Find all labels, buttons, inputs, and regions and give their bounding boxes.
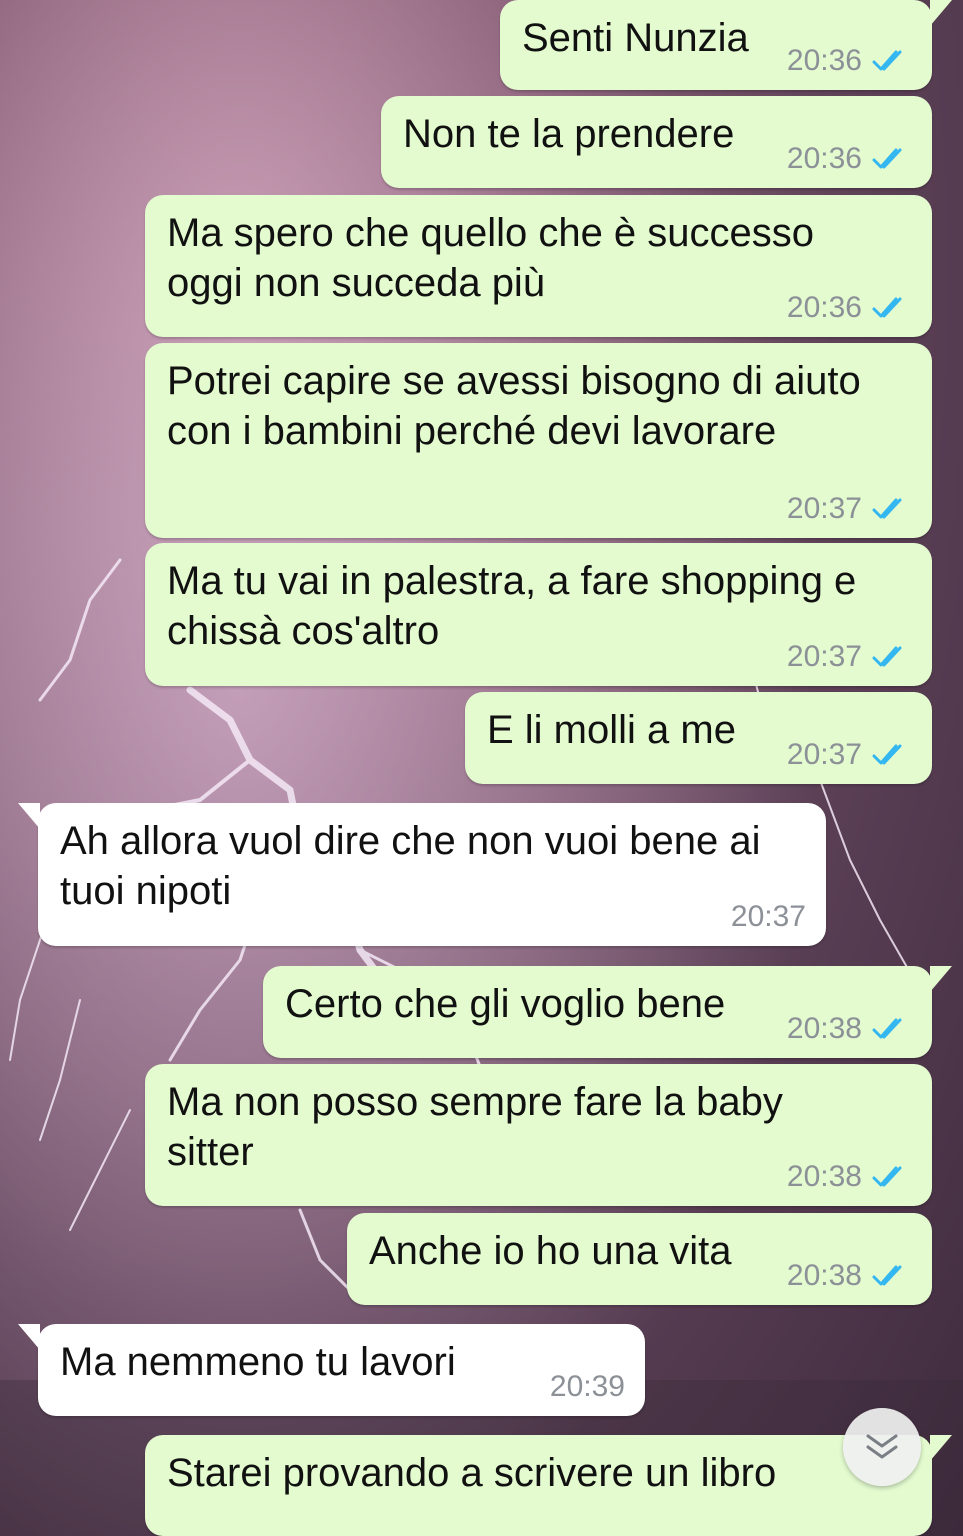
scroll-to-bottom-button[interactable] [843,1408,921,1486]
message-text: Ma tu vai in palestra, a fare shopping e… [167,559,857,653]
bubble-tail [930,966,952,992]
message-time: 20:36 [786,44,862,77]
outgoing-message-bubble[interactable]: Ma spero che quello che è successo oggi … [145,195,932,337]
message-meta: 20:37 [731,900,806,934]
message-time: 20:36 [786,142,862,175]
message-meta: 20:37 [787,492,912,526]
message-text: Ma spero che quello che è successo oggi … [167,211,815,305]
double-chevron-down-icon [866,1434,898,1459]
read-receipt-icon [872,744,902,765]
message-text: E li molli a me [487,708,736,752]
message-text: Potrei capire se avessi bisogno di aiuto… [167,359,861,453]
outgoing-message-bubble[interactable]: Non te la prendere 20:36 [381,96,932,188]
message-time: 20:37 [786,640,862,673]
message-text: Ah allora vuol dire che non vuoi bene ai… [60,819,761,913]
message-meta: 20:36 [787,291,912,325]
message-text: Non te la prendere [403,112,735,156]
message-time: 20:36 [786,291,862,324]
message-text: Certo che gli voglio bene [285,982,726,1026]
outgoing-message-bubble[interactable]: Anche io ho una vita 20:38 [347,1213,932,1305]
read-receipt-icon [872,1018,902,1039]
read-receipt-icon [872,50,902,71]
read-receipt-icon [872,297,902,318]
message-text: Anche io ho una vita [369,1229,732,1273]
message-time: 20:37 [786,738,862,771]
message-time: 20:37 [730,900,806,933]
incoming-message-bubble[interactable]: Ah allora vuol dire che non vuoi bene ai… [18,803,826,946]
message-time: 20:38 [786,1012,862,1045]
bubble-tail [18,1324,40,1350]
message-text: Starei provando a scrivere un libro [167,1451,777,1495]
bubble-tail [18,803,40,829]
message-meta: 20:38 [787,1012,912,1046]
message-meta: 20:36 [787,142,912,176]
message-time: 20:38 [786,1259,862,1292]
message-time: 20:38 [786,1160,862,1193]
message-meta: 20:39 [550,1370,625,1404]
message-meta: 20:37 [787,640,912,674]
outgoing-message-bubble[interactable]: Ma non posso sempre fare la baby sitter 2… [145,1064,932,1206]
read-receipt-icon [872,1265,902,1286]
outgoing-message-bubble[interactable]: Starei provando a scrivere un libro [145,1435,952,1536]
read-receipt-icon [872,646,902,667]
message-text: Senti Nunzia [522,16,749,60]
message-text: Ma non posso sempre fare la baby sitter [167,1080,783,1174]
message-time: 20:37 [786,492,862,525]
outgoing-message-bubble[interactable]: Potrei capire se avessi bisogno di aiuto… [145,343,932,538]
read-receipt-icon [872,1166,902,1187]
message-meta: 20:38 [787,1160,912,1194]
outgoing-message-bubble[interactable]: Ma tu vai in palestra, a fare shopping e… [145,543,932,686]
message-meta: 20:37 [787,738,912,772]
message-text: Ma nemmeno tu lavori [60,1340,456,1384]
outgoing-message-bubble[interactable]: Senti Nunzia 20:36 [500,0,952,90]
incoming-message-bubble[interactable]: Ma nemmeno tu lavori 20:39 [18,1324,645,1416]
bubble-tail [930,1435,952,1461]
message-meta: 20:38 [787,1259,912,1293]
outgoing-message-bubble[interactable]: Certo che gli voglio bene 20:38 [263,966,952,1058]
read-receipt-icon [872,498,902,519]
message-time: 20:39 [549,1370,625,1403]
read-receipt-icon [872,148,902,169]
outgoing-message-bubble[interactable]: E li molli a me 20:37 [465,692,932,784]
bubble-tail [930,0,952,26]
message-meta: 20:36 [787,44,912,78]
